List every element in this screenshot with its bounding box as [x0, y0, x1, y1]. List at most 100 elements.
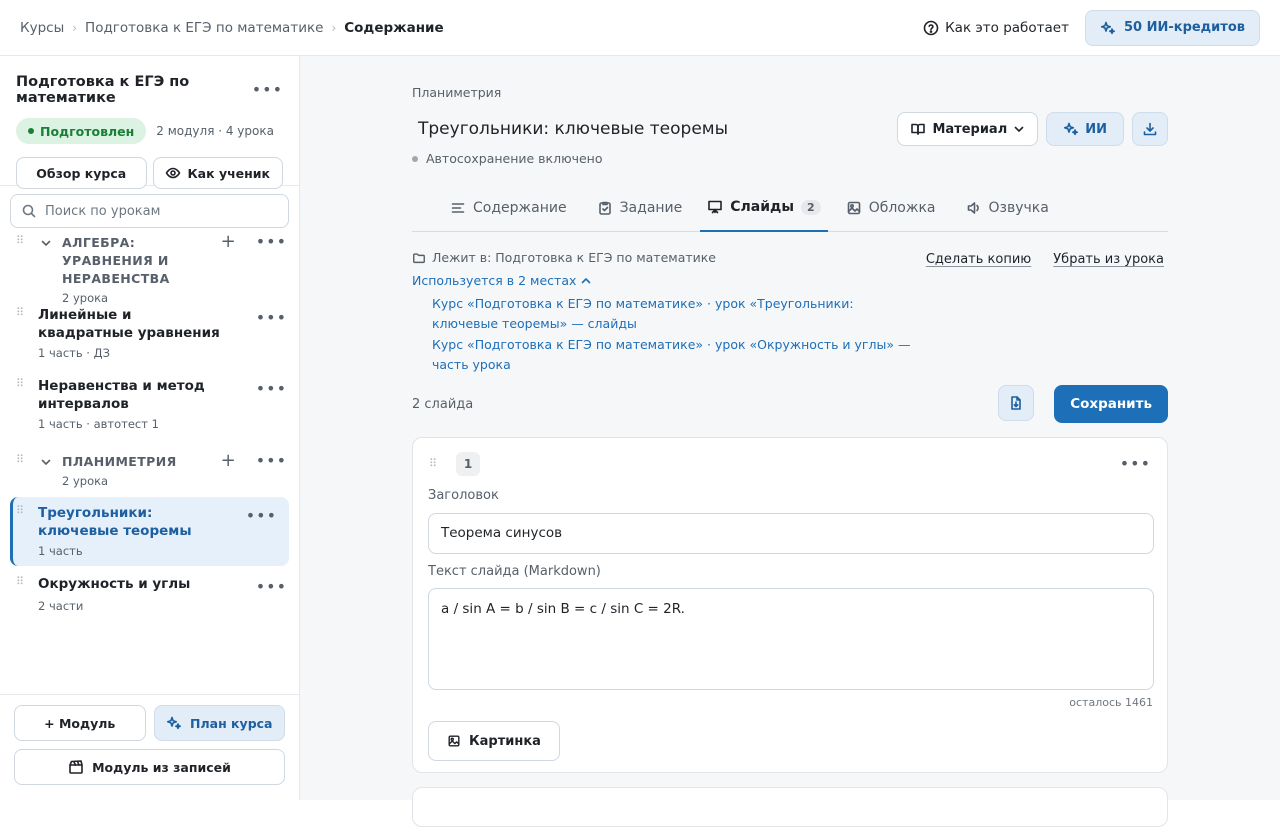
drag-handle-icon[interactable]: ⠿	[16, 454, 24, 465]
module-algebra[interactable]: ⠿ АЛГЕБРА: УРАВНЕНИЯ И НЕРАВЕНСТВА + •••…	[0, 233, 299, 306]
course-overview-button[interactable]: Обзор курса	[16, 157, 147, 189]
drag-handle-icon[interactable]: ⠿	[16, 576, 24, 587]
lesson-meta: 1 часть · автотест 1	[38, 417, 159, 431]
add-lesson-icon[interactable]: +	[221, 233, 236, 251]
slide-heading-input[interactable]: Теорема синусов	[428, 513, 1154, 554]
usage-toggle[interactable]: Используется в 2 местах	[412, 273, 592, 288]
module-from-recordings-button[interactable]: Модуль из записей	[14, 749, 285, 785]
lesson-circle-angles[interactable]: ⠿ Окружность и углы ••• 2 части	[0, 566, 299, 616]
more-icon[interactable]: •••	[256, 579, 287, 595]
drag-handle-icon[interactable]: ⠿	[16, 505, 24, 516]
tab-assignment[interactable]: Задание	[585, 184, 695, 232]
slides-count: 2 слайда	[412, 397, 474, 412]
status-label: Подготовлен	[40, 123, 135, 139]
drag-handle-icon[interactable]: ⠿	[16, 235, 24, 246]
save-actions: Сохранить	[998, 385, 1168, 423]
eye-icon	[166, 167, 181, 179]
import-file-button[interactable]	[998, 385, 1035, 421]
slide-number: 1	[456, 452, 481, 476]
save-label: Сохранить	[1070, 396, 1152, 412]
breadcrumb-courses[interactable]: Курсы	[20, 20, 64, 36]
tab-voiceover[interactable]: Озвучка	[954, 184, 1061, 232]
tab-slides[interactable]: Слайды 2	[700, 184, 828, 232]
slides-count-badge: 2	[801, 199, 821, 215]
status-badge: Подготовлен	[16, 118, 147, 144]
add-module-button[interactable]: + Модуль	[14, 705, 146, 741]
more-icon[interactable]: •••	[256, 310, 287, 326]
course-summary: 2 модуля · 4 урока	[156, 124, 274, 138]
slide-text-label: Текст слайда (Markdown)	[428, 564, 601, 579]
tab-label: Задание	[619, 200, 683, 216]
module-from-recordings-label: Модуль из записей	[92, 759, 231, 775]
usage-list: Курс «Подготовка к ЕГЭ по математике» · …	[432, 294, 922, 376]
lesson-meta: 1 часть	[38, 544, 83, 558]
tab-label: Обложка	[868, 200, 936, 216]
chevron-down-icon[interactable]	[40, 456, 52, 468]
usage-link[interactable]: Курс «Подготовка к ЕГЭ по математике» · …	[432, 294, 922, 333]
module-title: ПЛАНИМЕТРИЯ	[62, 454, 177, 469]
more-icon[interactable]: •••	[1120, 456, 1151, 472]
drag-handle-icon[interactable]: ⠿	[16, 378, 24, 389]
slide-text-textarea[interactable]: a / sin A = b / sin B = c / sin C = 2R.	[428, 588, 1154, 690]
more-icon[interactable]: •••	[256, 381, 287, 397]
add-lesson-icon[interactable]: +	[221, 452, 236, 470]
course-tree: ⠿ АЛГЕБРА: УРАВНЕНИЯ И НЕРАВЕНСТВА + •••…	[0, 233, 299, 616]
heading-label: Заголовок	[428, 488, 499, 503]
course-plan-label: План курса	[190, 715, 273, 731]
course-plan-button[interactable]: План курса	[153, 705, 285, 741]
usage-link[interactable]: Курс «Подготовка к ЕГЭ по математике» · …	[432, 335, 922, 374]
course-header: Подготовка к ЕГЭ по математике ••• Подго…	[0, 56, 299, 189]
lesson-triangles[interactable]: ⠿ Треугольники: ключевые теоремы ••• 1 ч…	[10, 497, 289, 566]
more-icon[interactable]: •••	[256, 234, 287, 250]
folder-icon	[413, 252, 425, 263]
download-button[interactable]	[1132, 112, 1168, 146]
chevron-down-icon[interactable]	[40, 237, 52, 249]
how-it-works-link[interactable]: Как это работает	[919, 14, 1073, 42]
slide-card: ⠿ 1 ••• Заголовок Теорема синусов Текст …	[412, 437, 1168, 773]
add-image-label: Картинка	[469, 733, 541, 749]
remove-from-lesson-link[interactable]: Убрать из урока	[1053, 252, 1164, 267]
page-title[interactable]: Треугольники: ключевые теоремы	[418, 119, 728, 139]
slide-card-next	[412, 787, 1168, 827]
location-label: Лежит в: Подготовка к ЕГЭ по математике	[432, 250, 717, 265]
clipboard-check-icon	[598, 201, 611, 215]
tab-label: Содержание	[473, 200, 567, 216]
drag-handle-icon[interactable]: ⠿	[16, 307, 24, 318]
material-dropdown[interactable]: Материал	[897, 112, 1039, 146]
chevron-right-icon: ›	[72, 20, 78, 35]
lesson-search-input[interactable]: Поиск по урокам	[10, 194, 289, 228]
course-overview-label: Обзор курса	[36, 165, 127, 181]
search-icon	[22, 204, 36, 218]
image-icon	[847, 201, 860, 215]
course-title: Подготовка к ЕГЭ по математике	[16, 74, 190, 106]
tab-content[interactable]: Содержание	[438, 184, 579, 232]
breadcrumb-course[interactable]: Подготовка к ЕГЭ по математике	[85, 20, 323, 36]
autosave-dot-icon	[412, 155, 418, 162]
make-copy-link[interactable]: Сделать копию	[926, 252, 1031, 267]
save-button[interactable]: Сохранить	[1054, 385, 1168, 423]
search-placeholder: Поиск по урокам	[45, 203, 161, 219]
more-icon[interactable]: •••	[252, 82, 283, 98]
file-download-icon	[1011, 396, 1021, 410]
ai-button[interactable]: ИИ	[1046, 112, 1124, 146]
view-as-student-button[interactable]: Как ученик	[152, 157, 283, 189]
more-icon[interactable]: •••	[246, 508, 277, 524]
more-icon[interactable]: •••	[256, 453, 287, 469]
lesson-meta: 2 части	[38, 599, 84, 613]
drag-handle-icon[interactable]: ⠿	[429, 458, 437, 469]
main-panel: Планиметрия Треугольники: ключевые теоре…	[300, 56, 1280, 827]
autosave-label: Автосохранение включено	[426, 151, 603, 166]
add-image-button[interactable]: Картинка	[428, 721, 560, 761]
module-planimetry[interactable]: ⠿ ПЛАНИМЕТРИЯ + ••• 2 урока	[0, 438, 299, 492]
lesson-title: Неравенства и метод интервалов	[38, 378, 205, 412]
sidebar: Подготовка к ЕГЭ по математике ••• Подго…	[0, 56, 300, 800]
add-module-label: + Модуль	[44, 715, 116, 731]
lesson-inequalities[interactable]: ⠿ Неравенства и метод интервалов ••• 1 ч…	[0, 367, 299, 438]
lesson-linear-quadratic[interactable]: ⠿ Линейные и квадратные уравнения ••• 1 …	[0, 296, 299, 367]
ai-credits-button[interactable]: 50 ИИ-кредитов	[1084, 9, 1260, 46]
autosave-status: Автосохранение включено	[412, 151, 603, 166]
tab-label: Озвучка	[988, 200, 1049, 216]
breadcrumb-current: Содержание	[344, 19, 444, 36]
book-open-icon	[911, 123, 926, 135]
tab-cover[interactable]: Обложка	[834, 184, 948, 232]
